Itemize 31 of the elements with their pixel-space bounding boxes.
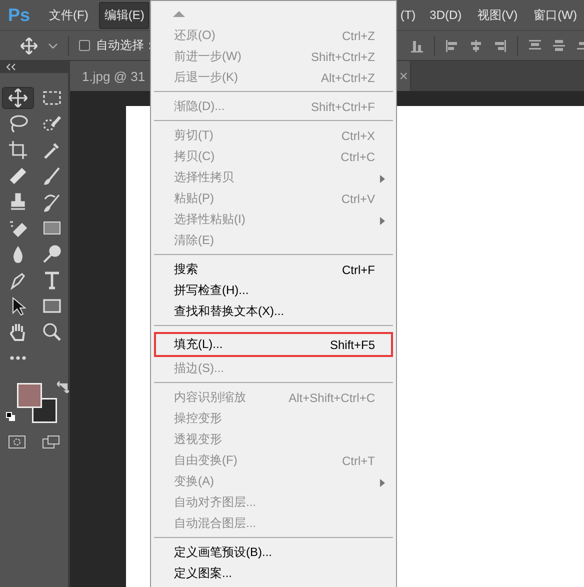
menu-item[interactable]: 文件(F) bbox=[44, 2, 94, 28]
menu-item[interactable]: 搜索 Ctrl+F bbox=[154, 259, 393, 280]
menu-item[interactable]: 定义画笔预设(B)... bbox=[154, 542, 393, 563]
menu-item[interactable]: 编辑(E) bbox=[99, 2, 150, 28]
screen-mode-icon[interactable] bbox=[42, 435, 60, 449]
move-icon[interactable] bbox=[20, 36, 38, 54]
menu-item[interactable]: 窗口(W) bbox=[528, 2, 582, 28]
menu-item[interactable]: 查找和替换文本(X)... bbox=[154, 301, 393, 322]
menu-item[interactable]: 拼写检查(H)... bbox=[154, 280, 393, 301]
align-left-icon[interactable] bbox=[445, 38, 459, 52]
menu-item[interactable]: 填充(L)... Shift+F5 bbox=[154, 332, 393, 357]
move-tool-icon[interactable] bbox=[2, 87, 34, 109]
checkbox[interactable] bbox=[79, 40, 90, 51]
document-title: 1.jpg @ 31 bbox=[82, 68, 146, 84]
distribute-top-icon[interactable] bbox=[528, 38, 542, 52]
default-colors-icon[interactable] bbox=[6, 412, 16, 422]
app-logo: Ps bbox=[8, 4, 30, 26]
caret-icon[interactable] bbox=[48, 42, 58, 50]
distribute-center-icon[interactable] bbox=[552, 38, 566, 52]
collapse-icon[interactable] bbox=[6, 63, 16, 71]
menu-item[interactable]: 视图(V) bbox=[472, 2, 523, 28]
align-right-icon[interactable] bbox=[493, 38, 507, 52]
color-swatches-drawing[interactable] bbox=[17, 383, 57, 423]
menu-item[interactable]: (T) bbox=[395, 3, 421, 27]
swap-colors-icon[interactable] bbox=[57, 381, 69, 393]
menu-item[interactable]: 3D(D) bbox=[424, 3, 467, 27]
menu-item[interactable]: 定义图案... bbox=[154, 563, 393, 584]
align-bottom-icon[interactable] bbox=[410, 38, 424, 52]
align-center-icon[interactable] bbox=[469, 38, 483, 52]
close-button[interactable]: × bbox=[399, 68, 408, 84]
quick-mask-icon[interactable] bbox=[8, 435, 26, 449]
